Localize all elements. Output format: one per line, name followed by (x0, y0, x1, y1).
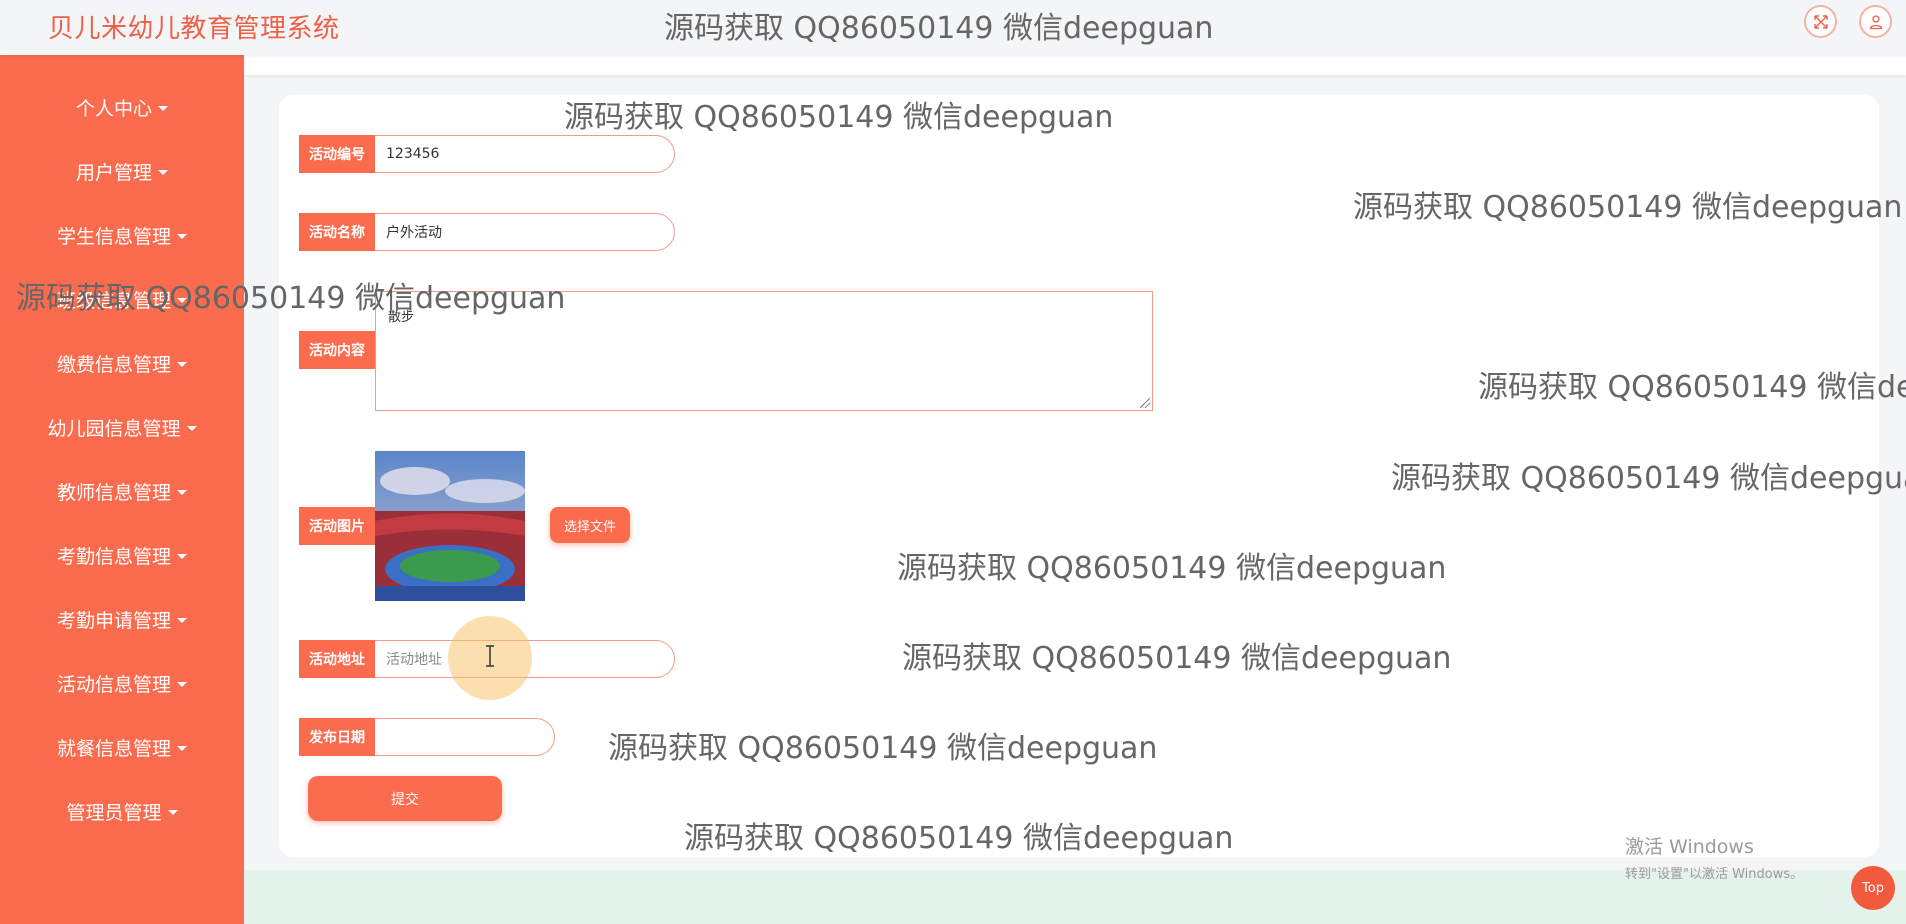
chevron-down-icon (177, 297, 187, 303)
sidebar-item-label: 个人中心 (75, 97, 152, 120)
activity-name-label: 活动名称 (299, 213, 375, 251)
sidebar-item-label: 教师信息管理 (56, 481, 171, 504)
sidebar-item-teacher-info[interactable]: 教师信息管理 (0, 471, 244, 511)
breadcrumb-strip (244, 55, 1906, 75)
activity-image-label: 活动图片 (299, 507, 375, 545)
activity-no-field[interactable]: 123456 (375, 135, 675, 173)
chevron-down-icon (158, 105, 168, 111)
sidebar-item-label: 考勤申请管理 (56, 609, 171, 632)
submit-button[interactable]: 提交 (308, 776, 502, 821)
sidebar-item-meal-info[interactable]: 就餐信息管理 (0, 727, 244, 767)
sidebar-item-label: 班级信息管理 (56, 289, 171, 312)
sidebar-item-label: 学生信息管理 (56, 225, 171, 248)
sidebar-item-admin-management[interactable]: 管理员管理 (0, 791, 244, 831)
chevron-down-icon (177, 617, 187, 623)
top-bar: 贝儿米幼儿教育管理系统 (0, 0, 1906, 55)
resize-grip-icon[interactable] (1140, 398, 1150, 408)
sidebar-item-label: 缴费信息管理 (56, 353, 171, 376)
sidebar-item-class-info[interactable]: 班级信息管理 (0, 279, 244, 319)
app-title: 贝儿米幼儿教育管理系统 (48, 14, 340, 44)
activation-hint: 转到"设置"以激活 Windows。 (1625, 867, 1804, 882)
chevron-down-icon (177, 745, 187, 751)
chevron-down-icon (177, 553, 187, 559)
activity-content-textarea[interactable]: 散步 (375, 291, 1153, 411)
activity-content-label: 活动内容 (299, 331, 375, 369)
back-to-top-button[interactable]: Top (1851, 866, 1895, 910)
chevron-down-icon (177, 489, 187, 495)
sidebar-item-label: 管理员管理 (66, 801, 162, 824)
sidebar-item-activity-info[interactable]: 活动信息管理 (0, 663, 244, 703)
sidebar-item-label: 用户管理 (75, 161, 152, 184)
chevron-down-icon (177, 681, 187, 687)
publish-date-label: 发布日期 (299, 718, 375, 756)
user-button[interactable] (1859, 5, 1892, 38)
fullscreen-icon (1813, 14, 1828, 29)
windows-activation-notice: 激活 Windows 转到"设置"以激活 Windows。 (1625, 832, 1803, 882)
activity-name-field[interactable]: 户外活动 (375, 213, 675, 251)
activity-address-label: 活动地址 (299, 640, 375, 678)
sidebar-item-label: 幼儿园信息管理 (47, 417, 181, 440)
sidebar-item-student-info[interactable]: 学生信息管理 (0, 215, 244, 255)
sidebar: 个人中心 用户管理 学生信息管理 班级信息管理 缴费信息管理 幼儿园信息管理 教… (0, 55, 244, 924)
user-icon (1869, 14, 1882, 29)
activity-content-text: 散步 (388, 310, 415, 325)
chevron-down-icon (177, 361, 187, 367)
activity-image-thumbnail (375, 451, 525, 601)
chevron-down-icon (158, 169, 168, 175)
sidebar-item-user-management[interactable]: 用户管理 (0, 151, 244, 191)
chevron-down-icon (177, 233, 187, 239)
sidebar-item-personal-center[interactable]: 个人中心 (0, 87, 244, 127)
sidebar-item-attendance-info[interactable]: 考勤信息管理 (0, 535, 244, 575)
sidebar-item-payment-info[interactable]: 缴费信息管理 (0, 343, 244, 383)
text-cursor-icon (486, 645, 494, 667)
publish-date-field[interactable] (375, 718, 555, 756)
activity-address-placeholder: 活动地址 (386, 652, 442, 668)
sidebar-item-label: 考勤信息管理 (56, 545, 171, 568)
sidebar-item-attendance-request[interactable]: 考勤申请管理 (0, 599, 244, 639)
sidebar-item-kindergarten-info[interactable]: 幼儿园信息管理 (0, 407, 244, 447)
chevron-down-icon (167, 809, 178, 815)
choose-file-button[interactable]: 选择文件 (550, 507, 630, 543)
activation-title: 激活 Windows (1625, 836, 1754, 858)
chevron-down-icon (186, 425, 197, 431)
fullscreen-button[interactable] (1804, 5, 1837, 38)
activity-no-label: 活动编号 (299, 135, 375, 173)
sidebar-item-label: 活动信息管理 (56, 673, 171, 696)
sidebar-item-label: 就餐信息管理 (56, 737, 171, 760)
